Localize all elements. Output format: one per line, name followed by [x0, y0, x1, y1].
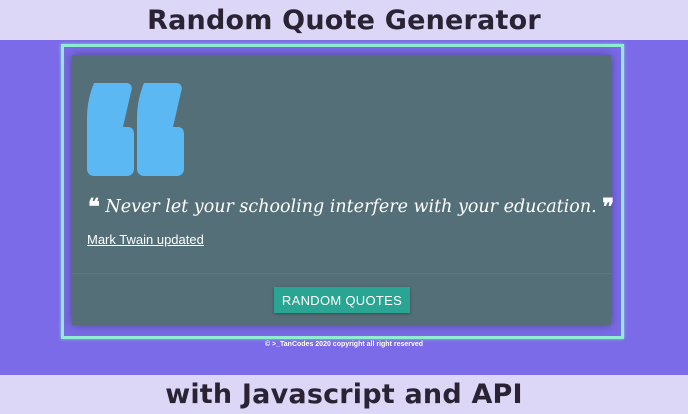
quote-text-line: ❝ Never let your schooling interfere wit…	[88, 194, 614, 220]
quote-text: Never let your schooling interfere with …	[105, 197, 597, 217]
divider	[72, 273, 611, 274]
banner-title: Random Quote Generator	[147, 4, 541, 36]
quote-card: ❝ Never let your schooling interfere wit…	[72, 55, 614, 325]
close-quote-icon: ❞	[602, 194, 615, 220]
quote-left-icon	[87, 83, 184, 176]
top-banner: Random Quote Generator	[0, 0, 688, 40]
bottom-banner: with Javascript and API	[0, 375, 688, 414]
author-link[interactable]: Mark Twain updated	[87, 232, 204, 247]
open-quote-icon: ❝	[88, 194, 100, 220]
footer-copyright: © >_TanCodes 2020 copyright all right re…	[264, 341, 424, 348]
random-quotes-button[interactable]: RANDOM QUOTES	[274, 287, 410, 313]
banner-subtitle: with Javascript and API	[165, 379, 523, 410]
